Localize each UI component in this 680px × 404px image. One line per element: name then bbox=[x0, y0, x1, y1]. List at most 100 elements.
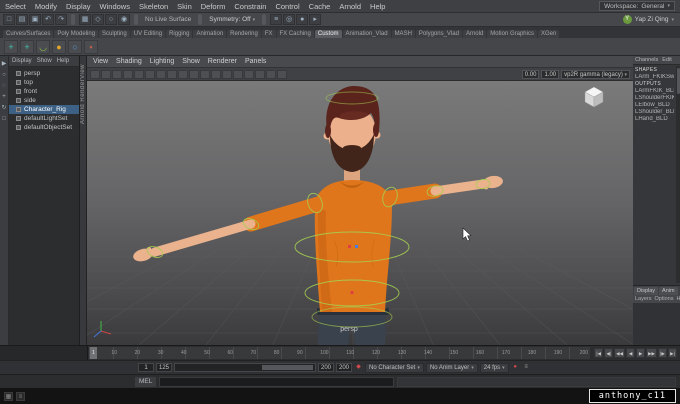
select-tool-icon[interactable]: ▶ bbox=[2, 61, 7, 67]
viewport-menu-item[interactable]: Renderer bbox=[208, 58, 237, 65]
viewport-canvas[interactable]: persp bbox=[87, 81, 633, 345]
open-scene-icon[interactable]: ▤ bbox=[16, 14, 28, 25]
lasso-tool-icon[interactable]: ○ bbox=[2, 72, 6, 78]
bookmark-icon[interactable] bbox=[123, 69, 133, 79]
menu-icon[interactable]: ≡ bbox=[16, 391, 25, 401]
mel-input[interactable] bbox=[159, 376, 395, 387]
channel-row[interactable]: LShoulder_BLD bbox=[635, 109, 674, 116]
status-group-divider[interactable] bbox=[71, 14, 75, 25]
redo-icon[interactable]: ↷ bbox=[55, 14, 67, 25]
play-backwards-button[interactable]: ◀ bbox=[626, 348, 636, 358]
new-scene-icon[interactable]: □ bbox=[3, 14, 15, 25]
status-group-divider[interactable] bbox=[198, 14, 203, 25]
mel-toggle[interactable]: MEL bbox=[135, 376, 157, 387]
outliner-node[interactable]: persp bbox=[9, 69, 79, 78]
make-live-icon[interactable]: ◉ bbox=[118, 14, 130, 25]
outliner-node[interactable]: front bbox=[9, 87, 79, 96]
shelf-item-locator[interactable]: ○ bbox=[68, 39, 82, 54]
image-plane-icon[interactable] bbox=[134, 69, 144, 79]
shelf-tab[interactable]: FX Caching bbox=[276, 30, 314, 38]
shelf-tab[interactable]: Sculpting bbox=[99, 30, 130, 38]
viewport-menu-item[interactable]: Show bbox=[182, 58, 200, 65]
shelf-item-joint[interactable]: + bbox=[4, 39, 18, 54]
camera-label[interactable]: persp bbox=[340, 326, 358, 333]
outliner-node[interactable]: Character_Rig bbox=[9, 105, 79, 114]
save-scene-icon[interactable]: ▣ bbox=[29, 14, 41, 25]
shelf-tab[interactable]: FX bbox=[261, 30, 276, 38]
shelf-tab[interactable]: Curves/Surfaces bbox=[3, 30, 54, 38]
step-forward-frame-button[interactable]: ▶▶ bbox=[646, 348, 657, 358]
range-start-field[interactable]: 1 bbox=[138, 363, 154, 372]
screen-icon[interactable]: ▦ bbox=[4, 391, 13, 401]
isolate-select-icon[interactable] bbox=[266, 69, 276, 79]
safe-title-icon[interactable] bbox=[233, 69, 243, 79]
status-group-divider[interactable] bbox=[262, 14, 267, 25]
menu-item[interactable]: Deform bbox=[201, 2, 226, 11]
range-end-field[interactable]: 200 bbox=[318, 363, 334, 372]
shelf-item-control[interactable]: ● bbox=[52, 39, 66, 54]
range-start-field[interactable]: 125 bbox=[156, 363, 172, 372]
grease-pencil-icon[interactable] bbox=[156, 69, 166, 79]
shelf-tab[interactable]: UV Editing bbox=[130, 30, 166, 38]
step-forward-key-button[interactable]: |▶ bbox=[658, 348, 667, 358]
play-forwards-button[interactable]: ▶ bbox=[636, 348, 646, 358]
symmetry-dropdown[interactable]: Symmetry: Off ▾ bbox=[206, 16, 258, 23]
scrollbar-thumb[interactable] bbox=[676, 68, 680, 94]
two-d-pan-zoom-icon[interactable] bbox=[145, 69, 155, 79]
snap-grid-icon[interactable]: ▦ bbox=[79, 14, 91, 25]
shelf-tab[interactable]: Animation_Vlad bbox=[342, 30, 391, 38]
menu-item[interactable]: Windows bbox=[100, 2, 130, 11]
menu-item[interactable]: Control bbox=[275, 2, 299, 11]
undo-icon[interactable]: ↶ bbox=[42, 14, 54, 25]
shelf-item-set[interactable]: ▪ bbox=[84, 39, 98, 54]
time-slider[interactable]: 0102030405060708090100110120130140150160… bbox=[89, 347, 591, 359]
channel-row[interactable]: LArmFKIK_BLD bbox=[635, 88, 674, 95]
outliner-node[interactable]: side bbox=[9, 96, 79, 105]
animation-preferences-icon[interactable]: ≡ bbox=[522, 363, 531, 372]
character-mesh[interactable] bbox=[132, 86, 504, 345]
gamma-field[interactable]: 1.00 bbox=[541, 69, 560, 79]
outliner-menu-item[interactable]: Show bbox=[37, 58, 52, 64]
layer-editor-menu-item[interactable]: Help bbox=[676, 296, 680, 302]
render-settings-icon[interactable]: ▸ bbox=[309, 14, 322, 25]
shelf-tab[interactable]: Arnold bbox=[462, 30, 487, 38]
snap-point-icon[interactable]: ○ bbox=[105, 14, 117, 25]
live-surface-status[interactable]: No Live Surface bbox=[142, 16, 194, 23]
construction-history-icon[interactable]: ≡ bbox=[270, 14, 283, 25]
viewport-menu-item[interactable]: View bbox=[93, 58, 108, 65]
gate-mask-icon[interactable] bbox=[200, 69, 210, 79]
viewport-menu-item[interactable]: Shading bbox=[116, 58, 142, 65]
status-group-divider[interactable] bbox=[134, 14, 138, 25]
channel-row[interactable]: LShoulderFKIK_BLD bbox=[635, 95, 674, 102]
paint-select-tool-icon[interactable]: ◌ bbox=[2, 83, 6, 89]
select-camera-icon[interactable] bbox=[90, 69, 100, 79]
shelf-tab[interactable]: Motion Graphics bbox=[487, 30, 537, 38]
outliner-node[interactable]: defaultLightSet bbox=[9, 114, 79, 123]
view-transform-dropdown[interactable]: vp2R gamma (legacy) ▾ bbox=[561, 69, 630, 79]
channel-box-menu-item[interactable]: Channels bbox=[635, 57, 658, 63]
viewport-menu-item[interactable]: Panels bbox=[245, 58, 266, 65]
channel-row[interactable]: LElbow_BLD bbox=[635, 102, 674, 109]
safe-action-icon[interactable] bbox=[222, 69, 232, 79]
menu-item[interactable]: Skin bbox=[177, 2, 192, 11]
menu-item[interactable]: Modify bbox=[35, 2, 57, 11]
fps-dropdown[interactable]: 24 fps ▾ bbox=[479, 362, 509, 373]
viewport-menu-item[interactable]: Lighting bbox=[150, 58, 175, 65]
outliner-node[interactable]: top bbox=[9, 78, 79, 87]
camera-attributes-icon[interactable] bbox=[112, 69, 122, 79]
go-to-end-button[interactable]: ▶| bbox=[668, 348, 677, 358]
go-to-start-button[interactable]: |◀ bbox=[594, 348, 604, 358]
command-result-field[interactable] bbox=[397, 376, 676, 387]
outliner-menu-item[interactable]: Help bbox=[57, 58, 69, 64]
menu-item[interactable]: Skeleton bbox=[139, 2, 168, 11]
step-back-key-button[interactable]: ◀| bbox=[604, 348, 614, 358]
channel-row[interactable]: SHAPES bbox=[635, 67, 674, 74]
rotate-tool-icon[interactable]: ↻ bbox=[1, 105, 6, 111]
shelf-tab[interactable]: Polygons_Vlad bbox=[415, 30, 462, 38]
layer-editor-menu-item[interactable]: Options bbox=[655, 296, 674, 302]
layer-editor-tab[interactable]: Display bbox=[634, 287, 659, 295]
resolution-gate-icon[interactable] bbox=[189, 69, 199, 79]
render-icon[interactable]: ◎ bbox=[283, 14, 296, 25]
field-chart-icon[interactable] bbox=[211, 69, 221, 79]
shelf-item-ik-handle[interactable]: + bbox=[20, 39, 34, 54]
